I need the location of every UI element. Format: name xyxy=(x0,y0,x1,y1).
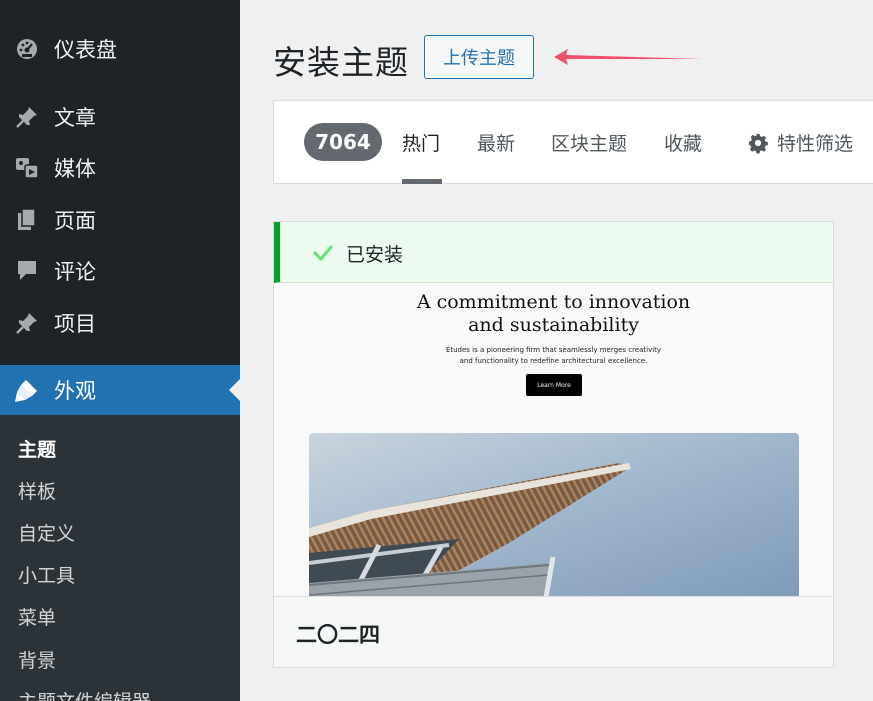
sidebar-item-label: 文章 xyxy=(54,106,96,130)
submenu-item-widgets[interactable]: 小工具 xyxy=(18,561,75,588)
sidebar-item-comments[interactable]: 评论 xyxy=(0,246,240,296)
upload-theme-button[interactable]: 上传主题 xyxy=(424,35,534,79)
preview-body-text: Études is a pioneering firm that seamles… xyxy=(274,345,833,367)
theme-count-badge: 7064 xyxy=(304,123,382,161)
tab-latest[interactable]: 最新 xyxy=(477,129,515,156)
installed-notice: 已安装 xyxy=(274,222,833,283)
preview-body-line1: Études is a pioneering firm that seamles… xyxy=(445,346,662,354)
current-tab-indicator xyxy=(402,179,442,184)
theme-filter-bar: 7064 热门 最新 区块主题 收藏 特性筛选 xyxy=(273,100,873,184)
checkmark-icon xyxy=(313,245,333,261)
submenu-item-themes[interactable]: 主题 xyxy=(18,435,56,462)
preview-architecture-photo xyxy=(309,433,799,596)
theme-name-bar: 二〇二四 xyxy=(274,596,833,667)
feature-filter-label: 特性筛选 xyxy=(777,133,854,155)
preview-body-line2: and functionality to redefine architectu… xyxy=(459,357,648,365)
dashboard-icon xyxy=(12,34,42,64)
submenu-item-background[interactable]: 背景 xyxy=(18,646,56,673)
tab-block-themes[interactable]: 区块主题 xyxy=(551,129,627,156)
sidebar-item-appearance[interactable]: 外观 xyxy=(0,365,240,415)
installed-label: 已安装 xyxy=(346,244,404,266)
submenu-item-theme-file-editor[interactable]: 主题文件编辑器 xyxy=(18,687,151,701)
sidebar-item-label: 评论 xyxy=(54,260,96,284)
appearance-submenu: 主题 样板 自定义 小工具 菜单 背景 主题文件编辑器 xyxy=(0,415,240,701)
preview-headline-line2: and sustainability xyxy=(468,314,639,336)
sidebar-item-dashboard[interactable]: 仪表盘 xyxy=(0,24,240,74)
preview-learn-more-button: Learn More xyxy=(526,374,582,396)
admin-sidebar: 仪表盘 文章 媒体 页面 评论 项目 外观 主题 样板 自定义 小工具 菜单 背… xyxy=(0,0,240,701)
pages-icon xyxy=(12,205,42,235)
gear-icon xyxy=(748,133,768,153)
sidebar-item-label: 页面 xyxy=(54,209,96,233)
tab-popular[interactable]: 热门 xyxy=(402,129,440,156)
pin-icon xyxy=(12,102,42,132)
active-indicator xyxy=(229,379,240,401)
theme-card[interactable]: 已安装 A commitment to innovation and susta… xyxy=(273,221,834,668)
sidebar-item-label: 仪表盘 xyxy=(54,38,117,62)
submenu-item-menus[interactable]: 菜单 xyxy=(18,603,56,630)
sidebar-item-posts[interactable]: 文章 xyxy=(0,92,240,142)
preview-headline: A commitment to innovation and sustainab… xyxy=(274,291,833,337)
sidebar-item-label: 项目 xyxy=(54,312,96,336)
sidebar-item-media[interactable]: 媒体 xyxy=(0,143,240,193)
submenu-item-customize[interactable]: 自定义 xyxy=(18,519,75,546)
sidebar-item-label: 外观 xyxy=(54,379,96,403)
comment-icon xyxy=(12,256,42,286)
sidebar-item-label: 媒体 xyxy=(54,157,96,181)
paintbrush-icon xyxy=(12,375,42,405)
theme-name: 二〇二四 xyxy=(296,623,380,647)
page-title: 安装主题 xyxy=(273,43,409,82)
sidebar-item-pages[interactable]: 页面 xyxy=(0,195,240,245)
annotation-arrow-icon xyxy=(554,49,702,65)
tab-favorites[interactable]: 收藏 xyxy=(664,129,702,156)
submenu-item-patterns[interactable]: 样板 xyxy=(18,477,56,504)
media-icon xyxy=(12,153,42,183)
sidebar-item-projects[interactable]: 项目 xyxy=(0,298,240,348)
preview-headline-line1: A commitment to innovation xyxy=(416,291,691,313)
feature-filter-button[interactable]: 特性筛选 xyxy=(747,129,853,156)
theme-screenshot[interactable]: A commitment to innovation and sustainab… xyxy=(274,283,833,596)
pin-icon xyxy=(12,308,42,338)
